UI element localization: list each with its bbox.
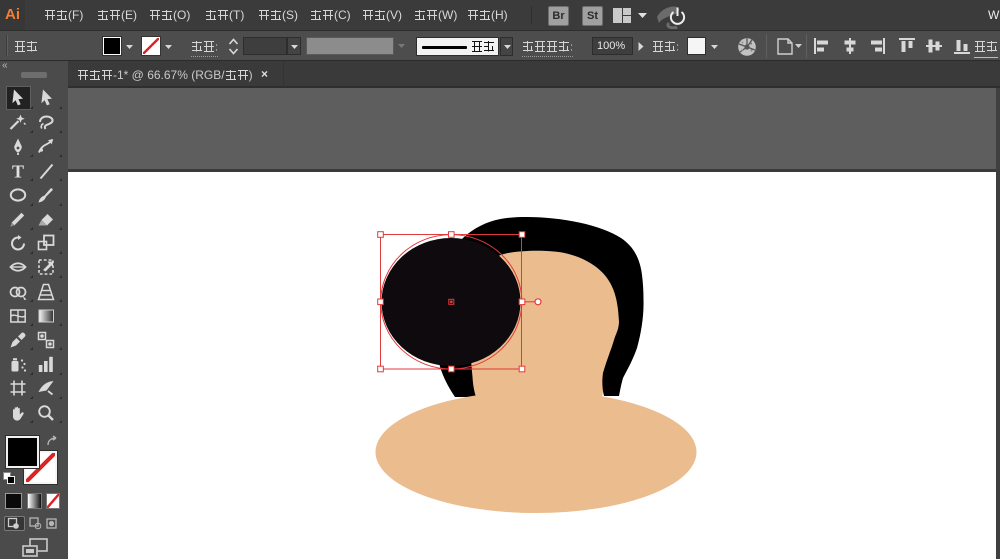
svg-text:T: T xyxy=(12,162,24,182)
